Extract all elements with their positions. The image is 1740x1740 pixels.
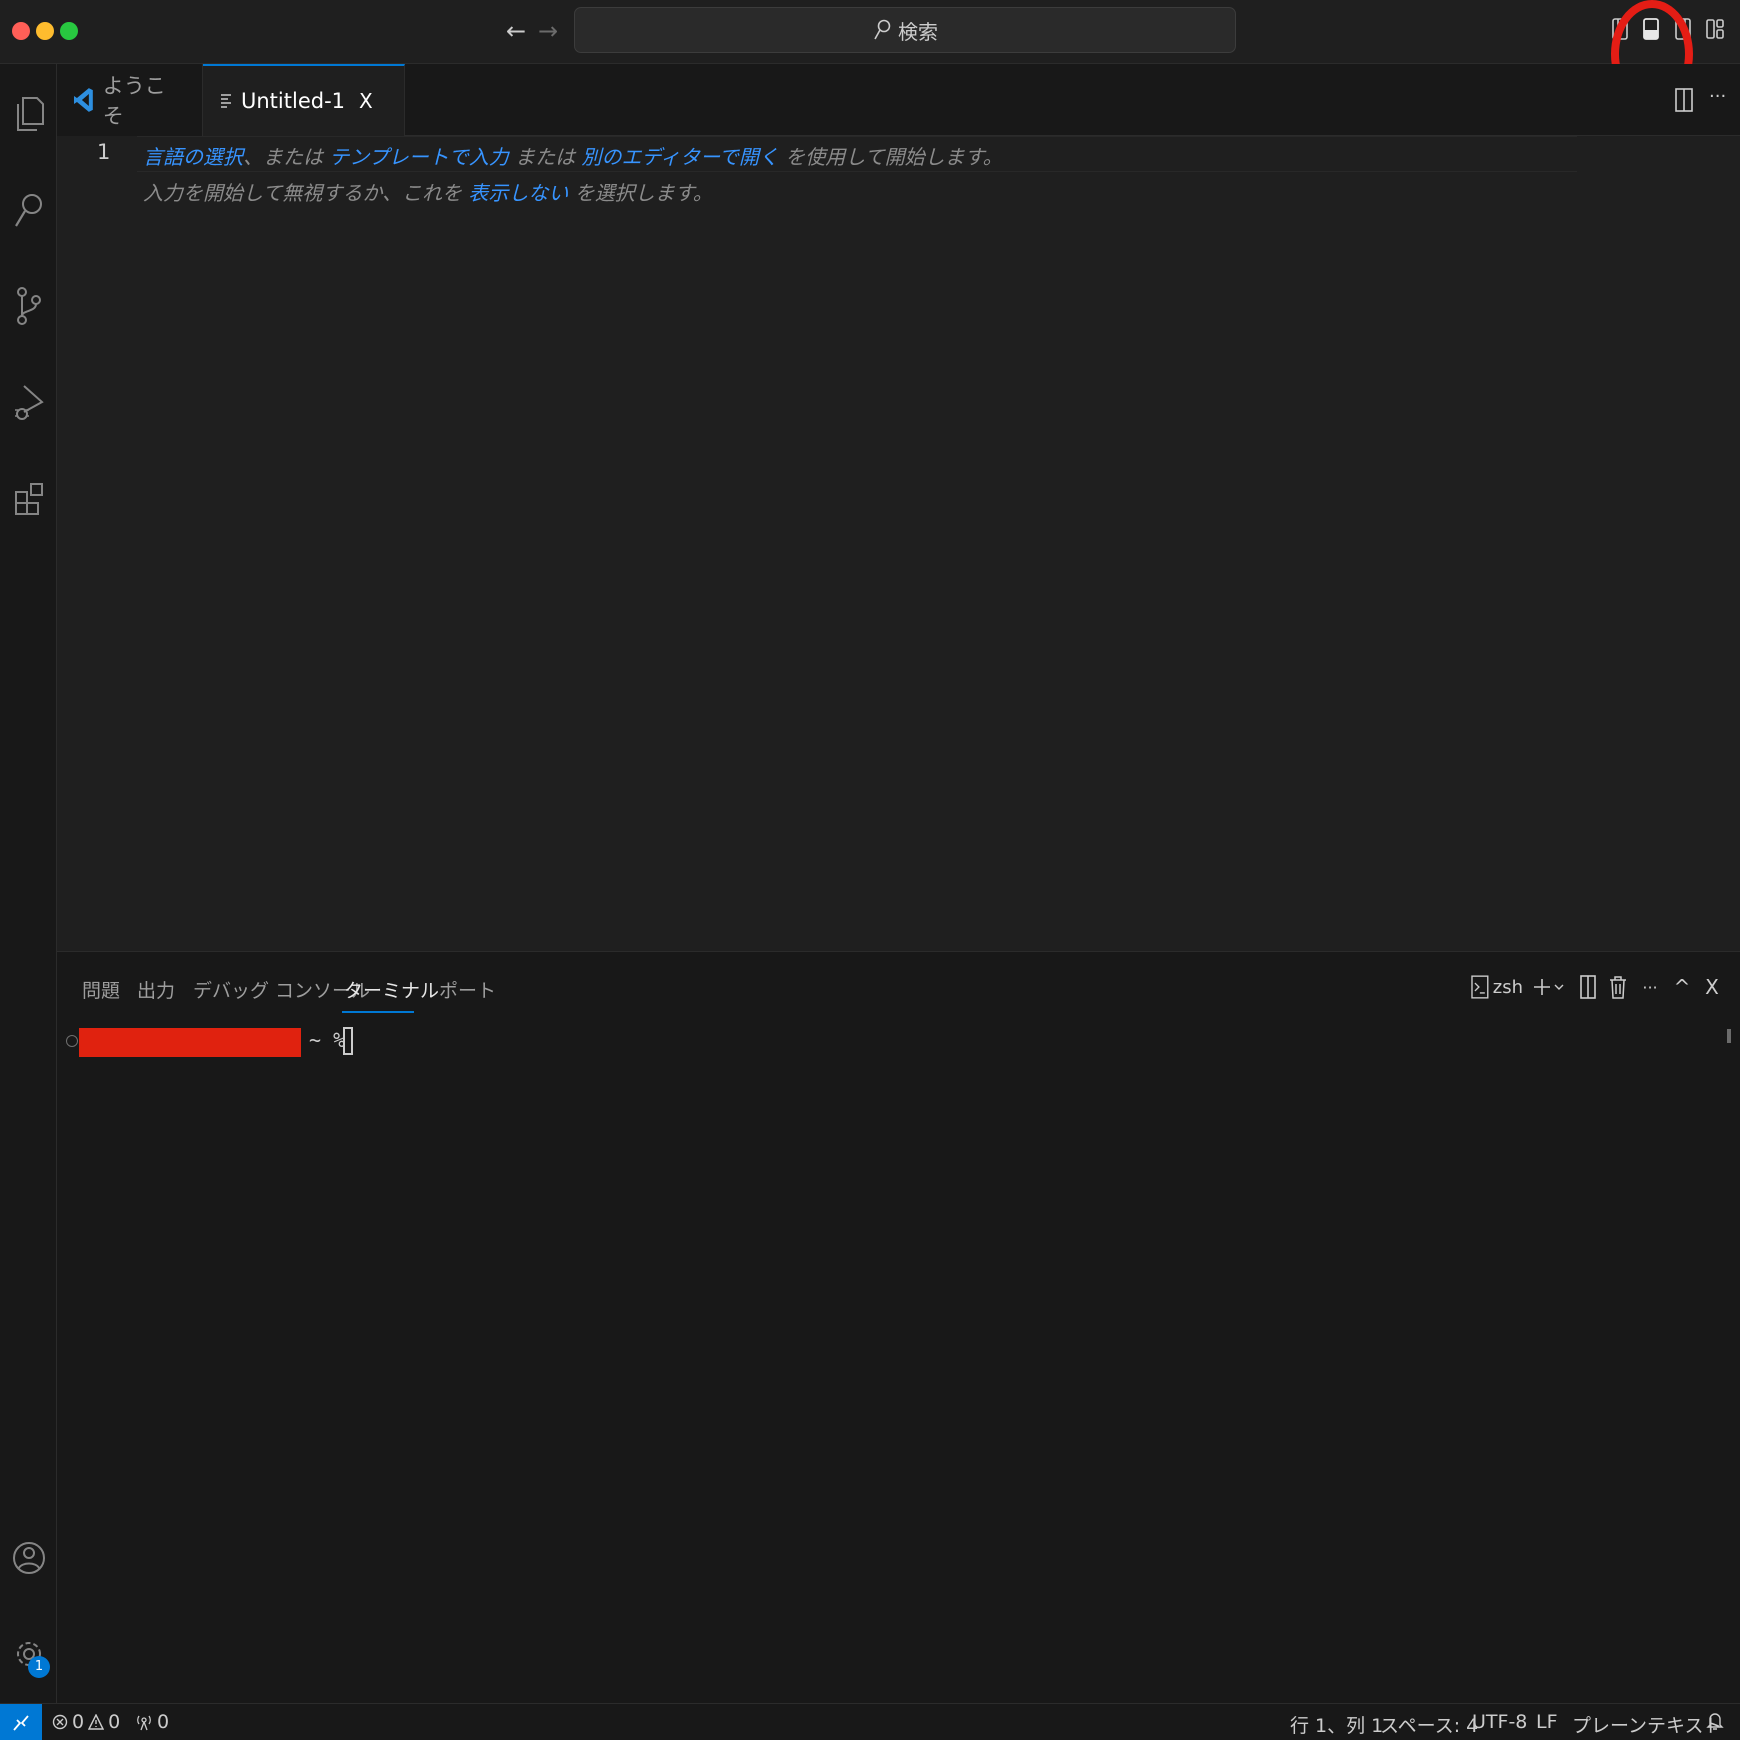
text-file-icon	[221, 94, 231, 108]
more-panel-actions-button[interactable]: ···	[1635, 972, 1665, 1002]
command-center-search[interactable]: 検索	[574, 7, 1236, 53]
language-mode-status[interactable]: プレーンテキスト	[1572, 1711, 1722, 1738]
files-icon	[17, 97, 44, 131]
editor-hint-line-2: 入力を開始して無視するか、これを 表示しない を選択します。	[143, 177, 713, 206]
line-number: 1	[97, 140, 111, 164]
close-tab-button[interactable]: X	[359, 89, 373, 113]
new-terminal-button[interactable]	[1529, 972, 1569, 1002]
editor-hint-line-1: 言語の選択、または テンプレートで入力 または 別のエディターで開く を使用して…	[143, 141, 1003, 170]
maximize-window-button[interactable]	[60, 22, 78, 40]
hint-text: 、または	[243, 145, 323, 169]
search-label: 検索	[898, 19, 938, 44]
hint-text: を使用して開始します。	[785, 145, 1003, 169]
split-editor-icon	[1675, 88, 1693, 112]
hint-text: 入力を開始して無視するか、これを	[143, 181, 462, 205]
redacted-username	[79, 1028, 301, 1057]
terminal-cursor	[343, 1027, 353, 1055]
broadcast-icon	[137, 1715, 151, 1731]
editor-area[interactable]: 1 言語の選択、または テンプレートで入力 または 別のエディターで開く を使用…	[57, 136, 1740, 951]
status-bar: 0 0 0 行 1、列 1 スペース: 4 UTF-8 LF プレーンテキスト	[0, 1703, 1740, 1740]
vscode-logo-icon	[73, 88, 93, 112]
source-control-icon	[17, 287, 41, 325]
command-decoration-icon	[66, 1035, 78, 1047]
minimize-window-button[interactable]	[36, 22, 54, 40]
customize-layout-button[interactable]	[1702, 14, 1728, 44]
split-terminal-button[interactable]	[1575, 972, 1601, 1002]
account-icon	[13, 1542, 45, 1574]
split-icon	[1580, 975, 1596, 999]
settings-badge: 1	[28, 1656, 50, 1678]
dont-show-link[interactable]: 表示しない	[468, 181, 568, 205]
eol-status[interactable]: LF	[1536, 1711, 1558, 1733]
close-window-button[interactable]	[12, 22, 30, 40]
tab-label: Untitled-1	[241, 89, 346, 113]
problems-status[interactable]: 0 0	[52, 1711, 120, 1733]
trash-icon	[1610, 976, 1626, 999]
explorer-button[interactable]	[8, 90, 50, 138]
run-and-debug-button[interactable]	[8, 378, 50, 426]
error-icon	[52, 1714, 68, 1730]
editor-tab-bar: ようこそ Untitled-1 X ···	[57, 64, 1740, 136]
debug-icon	[15, 385, 44, 420]
cursor-position-status[interactable]: 行 1、列 1	[1290, 1711, 1383, 1738]
layout-icon	[1706, 19, 1724, 39]
activity-bar	[0, 64, 57, 1703]
indentation-status[interactable]: スペース: 4	[1380, 1711, 1478, 1738]
remote-indicator-button[interactable]	[0, 1704, 42, 1740]
back-arrow-icon[interactable]: ←	[501, 14, 531, 48]
remote-icon	[13, 1714, 29, 1731]
tab-label: ようこそ	[102, 74, 166, 128]
ports-count: 0	[157, 1711, 170, 1733]
hint-text: または	[515, 145, 576, 169]
active-tab-indicator	[342, 1011, 414, 1013]
fill-template-link[interactable]: テンプレートで入力	[329, 145, 508, 169]
tab-terminal[interactable]: ターミナル	[344, 976, 439, 1003]
terminal-name: zsh	[1492, 976, 1523, 998]
terminal-scrollbar[interactable]	[1727, 1029, 1731, 1043]
extensions-icon	[15, 483, 43, 515]
maximize-panel-button[interactable]: ^	[1669, 972, 1695, 1002]
title-bar: ← → 検索	[0, 0, 1740, 64]
terminal-icon	[1471, 975, 1489, 999]
search-icon	[874, 19, 891, 40]
select-language-link[interactable]: 言語の選択	[143, 145, 243, 169]
tab-untitled-1[interactable]: Untitled-1 X	[203, 64, 405, 136]
notifications-button[interactable]	[1706, 1711, 1724, 1731]
hint-text: を選択します。	[574, 181, 713, 205]
extensions-button[interactable]	[8, 474, 50, 522]
tab-ports[interactable]: ポート	[439, 976, 496, 1003]
source-control-button[interactable]	[8, 282, 50, 330]
bell-icon	[1706, 1713, 1724, 1730]
warning-icon	[88, 1714, 105, 1730]
plus-icon	[1534, 979, 1550, 995]
tab-problems[interactable]: 問題	[82, 976, 120, 1003]
open-other-editor-link[interactable]: 別のエディターで開く	[581, 145, 778, 169]
more-actions-button[interactable]: ···	[1709, 86, 1726, 107]
split-editor-button[interactable]	[1673, 86, 1701, 116]
terminal-prompt: ~ %	[309, 1028, 346, 1052]
warning-count: 0	[108, 1711, 121, 1733]
bottom-panel: 問題 出力 デバッグ コンソール ターミナル ポート zsh ··· ^ X ~…	[57, 951, 1740, 1703]
kill-terminal-button[interactable]	[1605, 972, 1631, 1002]
tab-output[interactable]: 出力	[137, 976, 175, 1003]
close-panel-button[interactable]: X	[1699, 972, 1725, 1002]
chevron-down-icon	[1554, 984, 1564, 990]
forward-arrow-icon[interactable]: →	[533, 14, 563, 48]
terminal-select-button[interactable]: zsh	[1471, 972, 1523, 1002]
search-icon	[15, 194, 42, 227]
encoding-status[interactable]: UTF-8	[1472, 1711, 1527, 1733]
error-count: 0	[72, 1711, 85, 1733]
search-view-button[interactable]	[8, 186, 50, 234]
accounts-button[interactable]	[8, 1534, 50, 1582]
tab-welcome[interactable]: ようこそ	[57, 64, 203, 136]
ports-status[interactable]: 0	[135, 1711, 169, 1733]
